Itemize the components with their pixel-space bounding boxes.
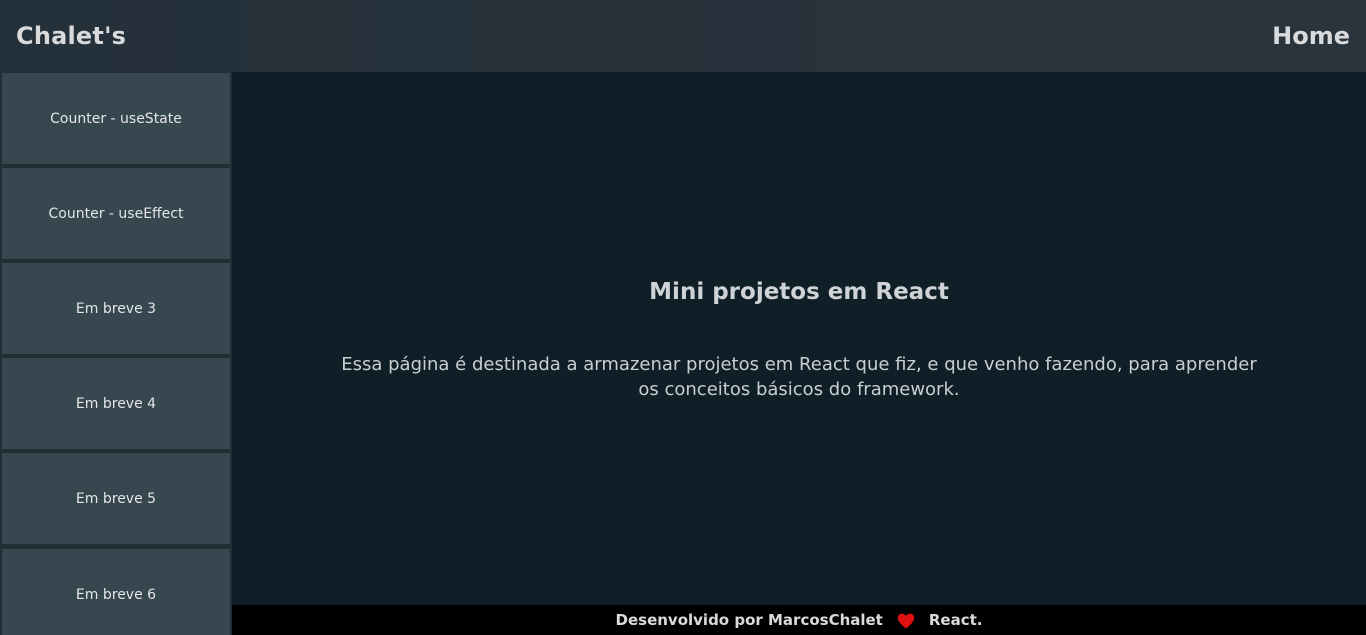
heart-icon bbox=[897, 613, 915, 629]
main-content: Mini projetos em React Essa página é des… bbox=[232, 72, 1366, 605]
page-description: Essa página é destinada a armazenar proj… bbox=[341, 354, 1257, 400]
home-link[interactable]: Home bbox=[1272, 22, 1350, 50]
top-header: Chalet's Home bbox=[0, 0, 1366, 72]
sidebar-item-label: Em breve 6 bbox=[75, 586, 157, 603]
footer-text-after: React. bbox=[928, 611, 983, 629]
page-title: Mini projetos em React bbox=[649, 279, 949, 305]
sidebar-item-counter-usestate[interactable]: Counter - useState bbox=[2, 73, 230, 164]
sidebar-item-em-breve-3[interactable]: Em breve 3 bbox=[2, 263, 230, 354]
brand-title: Chalet's bbox=[16, 22, 127, 50]
sidebar-item-em-breve-5[interactable]: Em breve 5 bbox=[2, 453, 230, 544]
sidebar-item-label: Counter - useEffect bbox=[48, 205, 184, 222]
sidebar-item-counter-useeffect[interactable]: Counter - useEffect bbox=[2, 168, 230, 259]
sidebar-item-label: Counter - useState bbox=[50, 110, 182, 127]
sidebar-item-em-breve-6[interactable]: Em breve 6 bbox=[2, 549, 230, 635]
footer-text-before: Desenvolvido por MarcosChalet bbox=[615, 611, 883, 629]
sidebar-item-label: Em breve 4 bbox=[75, 395, 157, 412]
sidebar: Counter - useState Counter - useEffect E… bbox=[0, 72, 232, 635]
sidebar-item-label: Em breve 5 bbox=[75, 490, 157, 507]
sidebar-item-em-breve-4[interactable]: Em breve 4 bbox=[2, 358, 230, 449]
footer: Desenvolvido por MarcosChalet React. bbox=[232, 605, 1366, 635]
sidebar-item-label: Em breve 3 bbox=[75, 300, 157, 317]
